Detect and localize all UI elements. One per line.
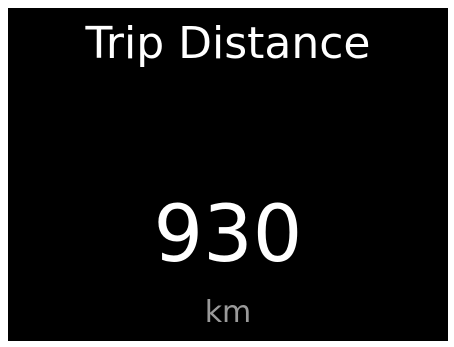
trip-distance-screen: Trip Distance 930 km	[8, 8, 448, 341]
distance-unit: km	[204, 295, 252, 330]
distance-value: 930	[153, 190, 303, 280]
screen-title: Trip Distance	[85, 18, 371, 69]
